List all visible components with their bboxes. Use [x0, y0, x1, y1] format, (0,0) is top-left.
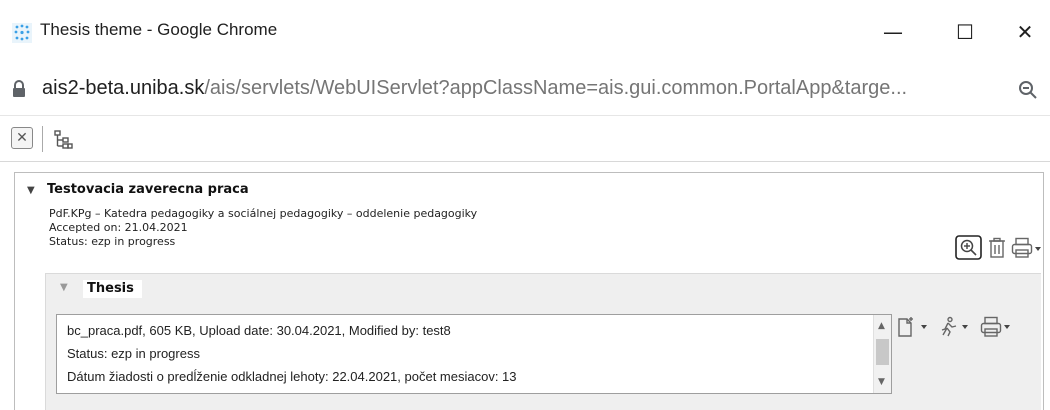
scroll-thumb[interactable]: [876, 339, 889, 365]
content-frame: ▼ Testovacia zaverecna praca PdF.KPg – K…: [14, 172, 1044, 410]
scroll-up-arrow-icon[interactable]: ▲: [878, 321, 885, 331]
new-document-icon[interactable]: [896, 316, 936, 338]
thesis-title: Thesis: [83, 280, 142, 298]
url-text[interactable]: ais2-beta.uniba.sk/ais/servlets/WebUISer…: [42, 77, 1007, 100]
app-toolbar: ✕: [0, 116, 1050, 162]
close-button[interactable]: ✕: [11, 127, 33, 149]
file-info-line: bc_praca.pdf, 605 KB, Upload date: 30.04…: [67, 323, 451, 338]
file-status-line: Status: ezp in progress: [67, 346, 200, 361]
address-bar[interactable]: ais2-beta.uniba.sk/ais/servlets/WebUISer…: [0, 64, 1050, 116]
file-extension-line: Dátum žiadosti o predĺženie odkladnej le…: [67, 369, 517, 384]
url-path: /ais/servlets/WebUIServlet?appClassName=…: [204, 77, 908, 99]
minimize-button[interactable]: —: [868, 10, 918, 54]
close-window-button[interactable]: ✕: [1000, 10, 1050, 54]
zoom-in-icon[interactable]: [955, 235, 983, 261]
print-icon[interactable]: [1011, 237, 1043, 259]
thesis-file-info: bc_praca.pdf, 605 KB, Upload date: 30.04…: [56, 314, 892, 394]
window-title: Thesis theme - Google Chrome: [40, 20, 278, 39]
department-text: PdF.KPg – Katedra pedagogiky a sociálnej…: [49, 207, 478, 220]
trash-icon[interactable]: [987, 237, 1007, 259]
thesis-collapse-arrow-icon[interactable]: ▼: [60, 282, 68, 293]
dots-app-icon: [12, 23, 32, 43]
toolbar-separator: [42, 126, 43, 152]
lock-icon: [13, 80, 25, 97]
run-icon[interactable]: [938, 316, 978, 338]
maximize-button[interactable]: ☐: [940, 10, 990, 54]
accepted-date-text: Accepted on: 21.04.2021: [49, 221, 188, 234]
vertical-scrollbar[interactable]: ▲ ▼: [873, 315, 891, 393]
tree-icon[interactable]: [52, 128, 74, 150]
status-text: Status: ezp in progress: [49, 235, 176, 248]
thesis-panel: ▼ Thesis bc_praca.pdf, 605 KB, Upload da…: [45, 273, 1041, 410]
collapse-arrow-icon[interactable]: ▼: [27, 185, 35, 196]
scroll-down-arrow-icon[interactable]: ▼: [878, 377, 885, 387]
url-host: ais2-beta.uniba.sk: [42, 77, 205, 99]
zoom-icon[interactable]: [1018, 80, 1038, 100]
thesis-print-icon[interactable]: [980, 316, 1020, 338]
section-title: Testovacia zaverecna praca: [47, 182, 249, 197]
window-titlebar: Thesis theme - Google Chrome — ☐ ✕: [0, 0, 1050, 64]
